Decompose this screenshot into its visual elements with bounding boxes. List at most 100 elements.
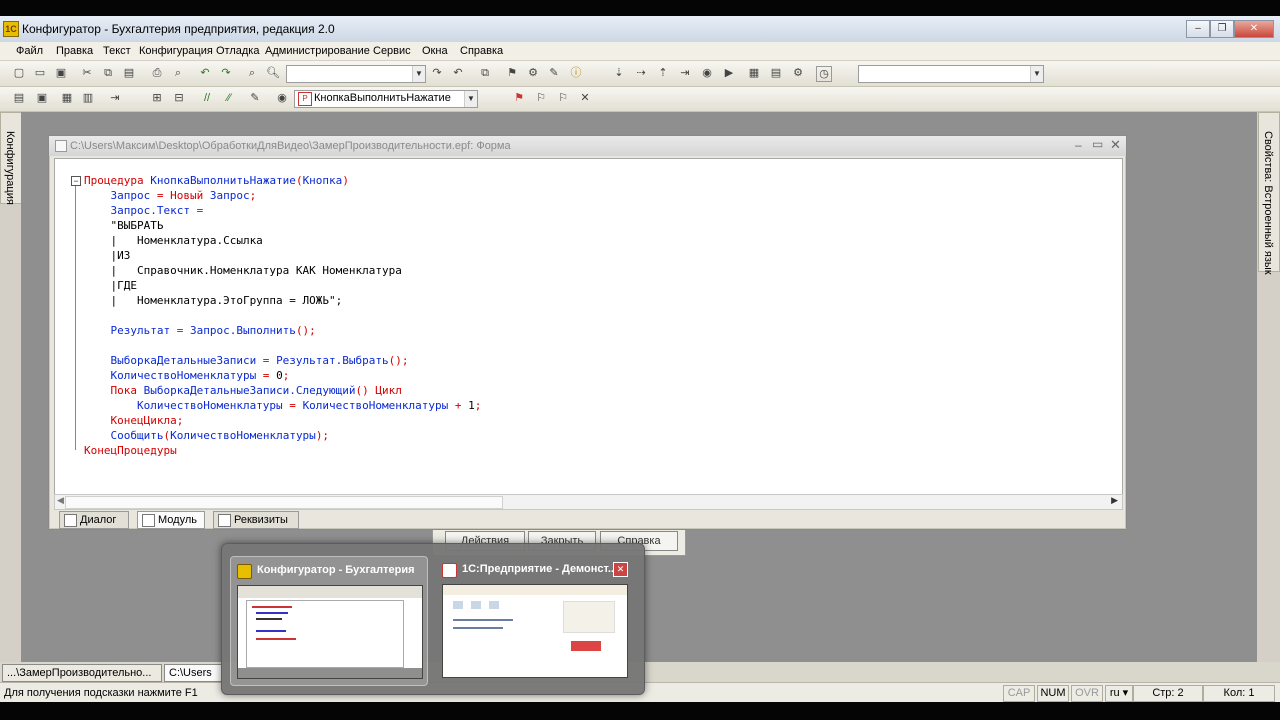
step-into-icon[interactable]: ⇣ [612, 66, 626, 80]
layout-icon[interactable]: ▥ [81, 91, 95, 105]
menu-help[interactable]: Справка [460, 45, 503, 57]
wizard-icon[interactable]: ✎ [248, 91, 262, 105]
code-token: |ГДЕ [84, 279, 137, 292]
find-prev-icon[interactable]: ↶ [451, 66, 465, 80]
menu-debug[interactable]: Отладка [216, 45, 259, 57]
form-icon[interactable]: ▣ [35, 91, 49, 105]
code-token: 1 [468, 399, 475, 412]
switcher-item-configurator[interactable]: Конфигуратор - Бухгалтерия п... [230, 556, 428, 686]
scroll-thumb[interactable] [65, 496, 503, 509]
procedure-list-icon[interactable]: ◉ [275, 91, 289, 105]
info-icon[interactable]: ⓘ [569, 66, 583, 80]
open-folder-icon[interactable]: ▭ [33, 66, 47, 80]
window-tab-module[interactable]: C:\Users [164, 664, 222, 682]
close-window-icon[interactable]: ✕ [613, 562, 628, 577]
prev-bookmark-icon[interactable]: ⚐ [556, 91, 570, 105]
caps-indicator: CAP [1003, 685, 1035, 702]
menu-text[interactable]: Текст [103, 45, 131, 57]
step-out-icon[interactable]: ⇡ [656, 66, 670, 80]
properties-panel-tab[interactable]: Свойства: Встроенный язык [1258, 112, 1280, 275]
bookmark-icon[interactable]: ⚑ [512, 91, 526, 105]
method-combo[interactable]: ▼ [858, 65, 1044, 83]
code-line: КоличествоНоменклатуры = КоличествоНомен… [84, 398, 481, 413]
indent-icon[interactable]: ⇥ [108, 91, 122, 105]
timer-icon[interactable]: ◷ [816, 66, 832, 82]
minimize-button[interactable]: – [1186, 20, 1210, 38]
code-token: ) [342, 174, 349, 187]
next-bookmark-icon[interactable]: ⚐ [534, 91, 548, 105]
windows-icon[interactable]: ⧉ [478, 66, 492, 80]
tab-attributes[interactable]: Реквизиты [213, 511, 299, 529]
code-token: = [282, 399, 303, 412]
code-token: ; [176, 414, 184, 427]
search-icon[interactable]: 🔍︎ [266, 66, 280, 80]
code-token: Сообщить [84, 429, 164, 442]
scroll-left-icon[interactable]: ◀ [57, 495, 64, 506]
paste-icon[interactable]: ▤ [122, 66, 136, 80]
code-token: ВыборкаДетальныеЗаписи.Следующий [143, 384, 356, 397]
print-preview-icon[interactable]: ⌕ [171, 66, 185, 80]
menu-configuration[interactable]: Конфигурация [139, 45, 213, 57]
new-file-icon[interactable]: ▢ [12, 66, 26, 80]
code-line: КонецЦикла; [84, 413, 183, 428]
tab-dialog[interactable]: Диалог [59, 511, 129, 529]
procedure-combo-value: КнопкаВыполнитьНажатие [314, 92, 451, 104]
copy-icon[interactable]: ⧉ [101, 66, 115, 80]
redo-icon[interactable]: ↷ [219, 66, 233, 80]
code-token: КоличествоНоменклатуры [302, 399, 449, 412]
close-button[interactable]: ✕ [1234, 20, 1274, 38]
horizontal-scrollbar[interactable]: ◀ ▶ [54, 494, 1123, 510]
menu-service[interactable]: Сервис [373, 45, 411, 57]
save-icon[interactable]: ▣ [54, 66, 68, 80]
format-icon[interactable]: ⊟ [172, 91, 186, 105]
procedure-combo[interactable]: Р КнопкаВыполнитьНажатие ▼ [294, 90, 478, 108]
stack-icon[interactable]: ▤ [769, 66, 783, 80]
step-over-icon[interactable]: ⇢ [634, 66, 648, 80]
code-line: Процедура КнопкаВыполнитьНажатие(Кнопка) [84, 173, 349, 188]
code-token: | Номенклатура.Ссылка [84, 234, 263, 247]
screen-bottom-border [0, 702, 1280, 720]
continue-icon[interactable]: ▶ [722, 66, 736, 80]
clear-bookmarks-icon[interactable]: ✕ [578, 91, 592, 105]
template-icon[interactable]: ▦ [60, 91, 74, 105]
watch-icon[interactable]: ▦ [747, 66, 761, 80]
language-indicator[interactable]: ru ▾ [1105, 685, 1133, 702]
search-combo[interactable]: ▼ [286, 65, 426, 83]
collapse-icon[interactable]: − [71, 176, 81, 186]
undo-icon[interactable]: ↶ [198, 66, 212, 80]
run-to-cursor-icon[interactable]: ⇥ [678, 66, 692, 80]
debug-icon[interactable]: ⚙ [526, 66, 540, 80]
find-next-icon[interactable]: ↷ [430, 66, 444, 80]
code-token: 0 [276, 369, 283, 382]
cut-icon[interactable]: ✂ [80, 66, 94, 80]
code-token: КонецПроцедуры [84, 444, 177, 457]
editor-minimize-icon[interactable]: – [1075, 138, 1082, 152]
code-token: ); [315, 429, 330, 442]
syntax-check-icon[interactable]: ⚑ [505, 66, 519, 80]
comment-icon[interactable]: // [200, 91, 214, 105]
scroll-right-icon[interactable]: ▶ [1111, 495, 1118, 506]
menu-edit[interactable]: Правка [56, 45, 93, 57]
configuration-panel-tab[interactable]: Конфигурация [0, 112, 22, 205]
module-icon[interactable]: ▤ [12, 91, 26, 105]
tab-module[interactable]: Модуль [137, 511, 205, 529]
module-icon [142, 514, 155, 527]
find-icon[interactable]: ⌕ [245, 66, 259, 80]
menu-windows[interactable]: Окна [422, 45, 448, 57]
maximize-button[interactable]: ❐ [1210, 20, 1234, 38]
breakpoint-icon[interactable]: ◉ [700, 66, 714, 80]
menu-administration[interactable]: Администрирование [265, 45, 370, 57]
switcher-item-enterprise[interactable]: 1С:Предприятие - Демонст... ✕ [436, 556, 632, 684]
window-tab-form[interactable]: ...\ЗамерПроизводительно... [2, 664, 162, 682]
settings-icon[interactable]: ⚙ [791, 66, 805, 80]
configurator-icon [237, 564, 252, 579]
code-token: Цикл [375, 384, 402, 397]
code-area[interactable]: − Процедура КнопкаВыполнитьНажатие(Кнопк… [54, 158, 1123, 495]
editor-maximize-icon[interactable]: ▭ [1092, 137, 1103, 151]
menu-file[interactable]: Файл [16, 45, 43, 57]
tools-icon[interactable]: ✎ [547, 66, 561, 80]
print-icon[interactable]: ⎙ [150, 66, 164, 80]
editor-close-icon[interactable]: ✕ [1110, 137, 1121, 153]
uncomment-icon[interactable]: ⁄⁄ [222, 91, 236, 105]
block-icon[interactable]: ⊞ [150, 91, 164, 105]
